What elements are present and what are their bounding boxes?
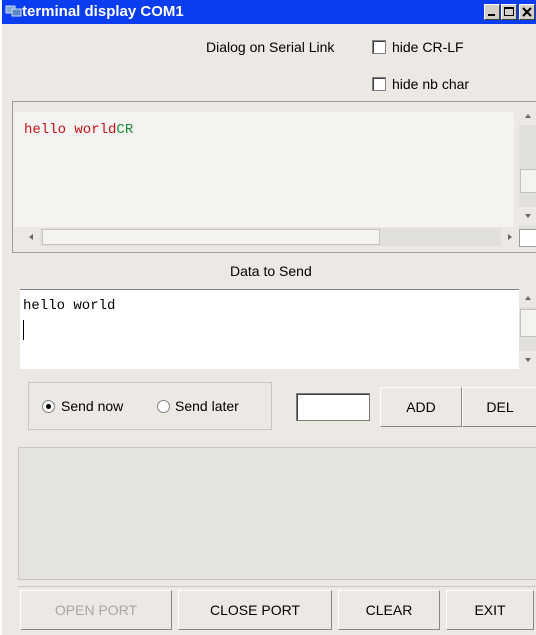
dialog-label: Dialog on Serial Link — [206, 39, 335, 55]
data-to-send-label: Data to Send — [230, 263, 312, 279]
arrow-down-icon — [525, 214, 531, 218]
horizontal-scroll-thumb[interactable] — [42, 229, 380, 245]
clear-button[interactable]: CLEAR — [338, 590, 440, 630]
send-later-label[interactable]: Send later — [175, 398, 239, 414]
arrow-up-icon — [525, 114, 531, 118]
send-scroll-up-button[interactable] — [519, 289, 536, 307]
scroll-up-button[interactable] — [519, 107, 536, 125]
close-window-button[interactable] — [519, 4, 535, 20]
send-scroll-thumb[interactable] — [520, 309, 536, 337]
hide-crlf-label: hide CR-LF — [392, 39, 464, 55]
app-icon — [5, 5, 22, 17]
arrow-left-icon — [29, 234, 33, 240]
hide-nb-char-label: hide nb char — [392, 76, 470, 92]
scroll-corner — [519, 229, 536, 247]
received-horizontal-scrollbar[interactable] — [22, 228, 519, 246]
send-vertical-scrollbar[interactable] — [519, 289, 536, 369]
maximize-button[interactable] — [501, 4, 517, 20]
received-line: hello worldCR — [24, 122, 133, 138]
arrow-right-icon — [508, 234, 512, 240]
scroll-left-button[interactable] — [22, 228, 40, 246]
send-now-label[interactable]: Send now — [61, 398, 123, 414]
minimize-button[interactable] — [484, 4, 500, 20]
add-button-label: ADD — [406, 399, 436, 415]
exit-label: EXIT — [474, 602, 506, 618]
maximize-icon — [504, 7, 514, 16]
send-later-radio[interactable] — [157, 400, 170, 413]
del-button-label: DEL — [486, 399, 514, 415]
send-now-radio[interactable] — [42, 400, 55, 413]
received-text: hello world — [24, 122, 117, 138]
radio-selected-dot — [46, 404, 51, 409]
terminal-window: terminal display COM1 Dialog on Serial L… — [0, 0, 536, 635]
minimize-icon — [488, 14, 495, 16]
scroll-thumb[interactable] — [520, 169, 536, 193]
send-text: hello world — [23, 298, 116, 314]
arrow-up-icon — [525, 296, 531, 300]
scroll-down-button[interactable] — [519, 207, 536, 225]
window-title: terminal display COM1 — [22, 3, 184, 20]
empty-panel — [18, 447, 536, 580]
received-vertical-scrollbar[interactable] — [519, 107, 536, 229]
arrow-down-icon — [525, 358, 531, 362]
title-bar[interactable]: terminal display COM1 — [2, 0, 536, 24]
clear-label: CLEAR — [365, 602, 413, 618]
exit-button[interactable]: EXIT — [446, 590, 534, 630]
send-scroll-down-button[interactable] — [519, 351, 536, 369]
del-button[interactable]: DEL — [462, 387, 536, 427]
count-input[interactable] — [296, 393, 370, 421]
close-port-button[interactable]: CLOSE PORT — [178, 590, 332, 630]
open-port-button[interactable]: OPEN PORT — [20, 590, 172, 630]
hide-crlf-checkbox[interactable] — [372, 40, 386, 54]
scroll-right-button[interactable] — [501, 228, 519, 246]
close-icon — [522, 7, 532, 17]
received-crlf-marker: CR — [116, 122, 134, 138]
add-button[interactable]: ADD — [380, 387, 462, 427]
hide-nb-char-checkbox[interactable] — [372, 77, 386, 91]
open-port-label: OPEN PORT — [54, 602, 138, 618]
close-port-label: CLOSE PORT — [210, 602, 300, 618]
text-caret — [23, 320, 24, 340]
